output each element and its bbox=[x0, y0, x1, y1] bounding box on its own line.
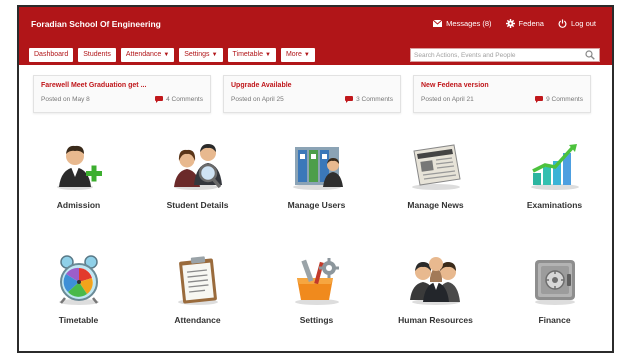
search-box bbox=[410, 48, 600, 62]
comments-count: 3 Comments bbox=[356, 96, 393, 103]
tab-label: Students bbox=[83, 51, 111, 58]
top-links: Messages (8) Fedena Log out bbox=[433, 19, 596, 28]
admission-icon bbox=[56, 145, 102, 190]
tile-finance[interactable]: Finance bbox=[495, 248, 612, 351]
manage-news-icon bbox=[411, 144, 461, 190]
news-title[interactable]: New Fedena version bbox=[421, 82, 489, 89]
messages-label: Messages (8) bbox=[446, 19, 492, 28]
human-resources-icon bbox=[409, 257, 460, 305]
tile-student-details[interactable]: Student Details bbox=[138, 135, 257, 248]
search-input[interactable] bbox=[411, 49, 581, 61]
tab-attendance[interactable]: Attendance ▼ bbox=[120, 48, 175, 62]
app-window: Foradian School Of Engineering Messages … bbox=[17, 5, 614, 353]
news-comments[interactable]: 4 Comments bbox=[155, 96, 203, 103]
tab-label: Attendance bbox=[125, 51, 162, 58]
comment-icon bbox=[535, 96, 544, 103]
news-comments[interactable]: 9 Comments bbox=[535, 96, 583, 103]
tab-more[interactable]: More ▼ bbox=[280, 48, 315, 62]
chevron-down-icon: ▼ bbox=[163, 52, 170, 58]
news-date: Posted on April 21 bbox=[421, 96, 474, 103]
tile-attendance[interactable]: Attendance bbox=[138, 248, 257, 351]
chevron-down-icon: ▼ bbox=[303, 52, 310, 58]
timetable-icon bbox=[58, 255, 99, 305]
tab-settings[interactable]: Settings ▼ bbox=[179, 48, 223, 62]
tile-human-resources[interactable]: Human Resources bbox=[376, 248, 495, 351]
tile-label: Attendance bbox=[174, 315, 221, 325]
tile-manage-users[interactable]: Manage Users bbox=[257, 135, 376, 248]
news-comments[interactable]: 3 Comments bbox=[345, 96, 393, 103]
news-card[interactable]: Farewell Meet Graduation get ... Posted … bbox=[33, 75, 211, 113]
tile-settings[interactable]: Settings bbox=[257, 248, 376, 351]
tab-students[interactable]: Students bbox=[78, 48, 116, 62]
tile-label: Human Resources bbox=[398, 315, 473, 325]
news-card[interactable]: Upgrade Available Posted on April 25 3 C… bbox=[223, 75, 401, 113]
tab-label: Dashboard bbox=[34, 51, 69, 58]
module-grid: Admission Student Details Manage Users M… bbox=[19, 135, 612, 351]
news-title[interactable]: Upgrade Available bbox=[231, 82, 292, 89]
tab-timetable[interactable]: Timetable ▼ bbox=[227, 48, 276, 62]
news-card[interactable]: New Fedena version Posted on April 21 9 … bbox=[413, 75, 591, 113]
tile-label: Manage News bbox=[407, 200, 464, 210]
tile-label: Timetable bbox=[58, 315, 99, 325]
logout-link[interactable]: Log out bbox=[558, 19, 596, 28]
main-nav: Dashboard Students Attendance ▼ Settings ▼… bbox=[29, 48, 315, 62]
tile-label: Manage Users bbox=[287, 200, 346, 210]
comment-icon bbox=[345, 96, 354, 103]
tab-label: Settings bbox=[184, 51, 210, 58]
tile-label: Admission bbox=[56, 200, 101, 210]
tile-examinations[interactable]: Examinations bbox=[495, 135, 612, 248]
finance-icon bbox=[534, 260, 575, 305]
tile-label: Student Details bbox=[166, 200, 229, 210]
comment-icon bbox=[155, 96, 164, 103]
comments-count: 4 Comments bbox=[166, 96, 203, 103]
student-details-icon bbox=[173, 144, 222, 190]
comments-count: 9 Comments bbox=[546, 96, 583, 103]
chevron-down-icon: ▼ bbox=[211, 52, 218, 58]
tab-label: Timetable bbox=[232, 51, 263, 58]
tile-admission[interactable]: Admission bbox=[19, 135, 138, 248]
logout-label: Log out bbox=[570, 19, 596, 28]
news-row: Farewell Meet Graduation get ... Posted … bbox=[33, 75, 591, 113]
gear-icon bbox=[505, 19, 515, 28]
messages-link[interactable]: Messages (8) bbox=[433, 19, 492, 28]
news-title[interactable]: Farewell Meet Graduation get ... bbox=[41, 82, 146, 89]
envelope-icon bbox=[433, 20, 443, 27]
chevron-down-icon: ▼ bbox=[265, 52, 271, 58]
news-date: Posted on April 25 bbox=[231, 96, 284, 103]
search-icon[interactable] bbox=[585, 50, 595, 60]
power-icon bbox=[558, 19, 567, 28]
tab-dashboard[interactable]: Dashboard bbox=[29, 48, 74, 62]
tile-label: Finance bbox=[538, 315, 571, 325]
user-link[interactable]: Fedena bbox=[505, 19, 544, 28]
tab-label: More bbox=[285, 51, 302, 58]
news-date: Posted on May 8 bbox=[41, 96, 90, 103]
tile-label: Settings bbox=[299, 315, 334, 325]
tile-timetable[interactable]: Timetable bbox=[19, 248, 138, 351]
top-header: Foradian School Of Engineering Messages … bbox=[19, 7, 612, 65]
attendance-icon bbox=[177, 256, 218, 305]
tile-label: Examinations bbox=[526, 200, 583, 210]
tile-manage-news[interactable]: Manage News bbox=[376, 135, 495, 248]
school-name: Foradian School Of Engineering bbox=[31, 19, 161, 29]
user-label: Fedena bbox=[518, 19, 544, 28]
examinations-icon bbox=[530, 144, 579, 190]
settings-icon bbox=[294, 258, 339, 305]
manage-users-icon bbox=[292, 147, 343, 190]
